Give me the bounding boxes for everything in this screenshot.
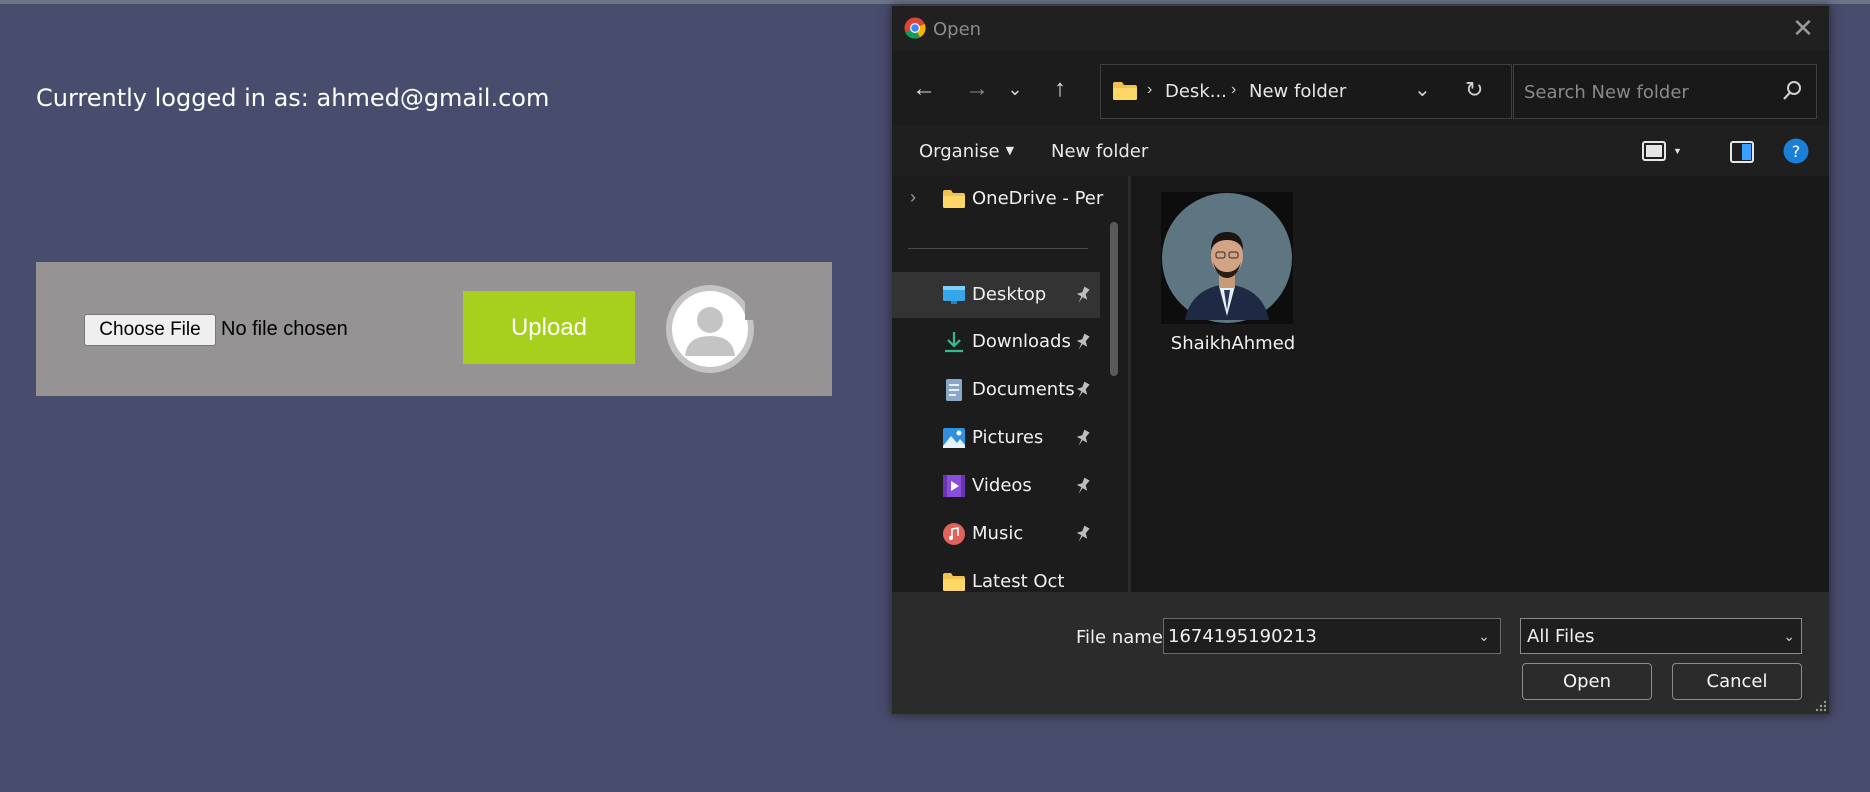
search-input[interactable]: [1524, 79, 1764, 105]
nav-item-downloads[interactable]: Downloads: [892, 319, 1100, 365]
recent-locations-chevron-icon[interactable]: ⌄: [1000, 76, 1030, 102]
view-dropdown-chevron-icon[interactable]: ▼: [1673, 146, 1683, 156]
forward-arrow-icon[interactable]: →: [962, 76, 992, 102]
nav-label-desktop: Desktop: [972, 284, 1047, 305]
organise-menu-button[interactable]: Organise ▼: [919, 141, 1014, 162]
pin-icon[interactable]: [1074, 476, 1092, 496]
nav-item-desktop[interactable]: Desktop: [892, 272, 1100, 318]
folder-icon: [1113, 82, 1137, 100]
downloads-icon: [945, 332, 963, 353]
nav-separator: [908, 248, 1088, 249]
nav-item-videos[interactable]: Videos: [892, 463, 1100, 509]
dialog-titlebar: Open ✕: [892, 6, 1829, 50]
open-file-dialog: Open ✕ ← → ⌄ ↑ › Desk... › New folder ⌄ …: [891, 5, 1830, 715]
breadcrumb-new-folder[interactable]: New folder: [1249, 81, 1346, 102]
expand-chevron-icon[interactable]: ›: [910, 187, 916, 208]
nav-item-latest-oct[interactable]: Latest Oct: [892, 559, 1100, 592]
logged-in-status: Currently logged in as: ahmed@gmail.com: [36, 84, 550, 112]
profile-photo-thumbnail: [1161, 192, 1293, 324]
no-file-chosen-text: No file chosen: [221, 318, 348, 340]
nav-label-downloads: Downloads: [972, 331, 1071, 352]
search-icon[interactable]: [1782, 80, 1802, 102]
command-bar: Organise ▼ New folder ▼ ?: [892, 126, 1829, 176]
up-arrow-icon[interactable]: ↑: [1045, 76, 1075, 102]
nav-item-pictures[interactable]: Pictures: [892, 415, 1100, 461]
search-box: [1513, 64, 1817, 119]
view-options-icon[interactable]: [1642, 141, 1666, 161]
desktop-icon: [943, 286, 965, 304]
resize-grip-icon[interactable]: [1815, 700, 1827, 712]
help-icon[interactable]: ?: [1783, 138, 1809, 164]
folder-icon: [943, 190, 965, 208]
nav-label-music: Music: [972, 523, 1024, 544]
dialog-footer: File name: ⌄ All Files ⌄ Open Cancel: [892, 592, 1829, 714]
navigation-pane: › OneDrive - Perso Desktop Downloads: [892, 176, 1128, 592]
breadcrumb-separator-icon: ›: [1231, 81, 1237, 98]
dialog-navigation-bar: ← → ⌄ ↑ › Desk... › New folder ⌄ ↻: [892, 50, 1829, 126]
breadcrumb-separator-icon: ›: [1147, 81, 1153, 98]
file-name-label: File name:: [1076, 627, 1169, 648]
chrome-icon: [904, 17, 926, 39]
pin-icon[interactable]: [1074, 332, 1092, 352]
file-name-dropdown-chevron-icon[interactable]: ⌄: [1469, 619, 1499, 653]
nav-item-music[interactable]: Music: [892, 511, 1100, 557]
pin-icon[interactable]: [1074, 380, 1092, 400]
music-icon: [943, 523, 965, 545]
refresh-icon[interactable]: ↻: [1465, 78, 1483, 103]
close-icon[interactable]: ✕: [1789, 14, 1817, 42]
svg-text:?: ?: [1792, 142, 1801, 161]
preview-pane-icon[interactable]: [1730, 141, 1754, 163]
nav-label-documents: Documents: [972, 379, 1075, 400]
chevron-down-icon: ⌄: [1783, 628, 1795, 644]
file-type-value: All Files: [1527, 626, 1595, 647]
nav-scrollbar-thumb[interactable]: [1110, 222, 1118, 376]
organise-label: Organise: [919, 141, 1000, 162]
nav-label-latest-oct: Latest Oct: [972, 571, 1065, 592]
dialog-title: Open: [933, 19, 982, 40]
pin-icon[interactable]: [1074, 285, 1092, 305]
back-arrow-icon[interactable]: ←: [909, 76, 939, 102]
file-type-select[interactable]: All Files ⌄: [1520, 618, 1802, 654]
browser-top-border: [0, 0, 1870, 4]
address-dropdown-chevron-icon[interactable]: ⌄: [1414, 77, 1431, 101]
documents-icon: [946, 379, 962, 401]
file-list: ShaikhAhmed: [1131, 176, 1829, 592]
open-button[interactable]: Open: [1522, 663, 1652, 700]
pin-icon[interactable]: [1074, 428, 1092, 448]
upload-button[interactable]: Upload: [463, 291, 635, 364]
folder-icon: [943, 573, 965, 591]
avatar-placeholder-icon: [666, 285, 755, 373]
choose-file-button[interactable]: Choose File: [84, 314, 216, 346]
new-folder-button[interactable]: New folder: [1051, 141, 1148, 162]
chevron-down-icon: ▼: [1005, 144, 1015, 157]
breadcrumb-desktop[interactable]: Desk...: [1165, 81, 1227, 102]
address-bar[interactable]: › Desk... › New folder ⌄ ↻: [1100, 64, 1512, 119]
nav-label-videos: Videos: [972, 475, 1032, 496]
file-item[interactable]: ShaikhAhmed: [1161, 192, 1295, 354]
pictures-icon: [943, 428, 965, 448]
pin-icon[interactable]: [1074, 524, 1092, 544]
nav-label-pictures: Pictures: [972, 427, 1044, 448]
nav-label-onedrive: OneDrive - Perso: [972, 188, 1104, 209]
file-name-input[interactable]: [1163, 618, 1501, 654]
cancel-button[interactable]: Cancel: [1672, 663, 1802, 700]
nav-item-documents[interactable]: Documents: [892, 367, 1100, 413]
nav-item-onedrive[interactable]: › OneDrive - Perso: [892, 176, 1104, 222]
upload-panel: Choose File No file chosen Upload: [36, 262, 832, 396]
videos-icon: [943, 475, 965, 497]
file-name-label: ShaikhAhmed: [1170, 333, 1296, 354]
